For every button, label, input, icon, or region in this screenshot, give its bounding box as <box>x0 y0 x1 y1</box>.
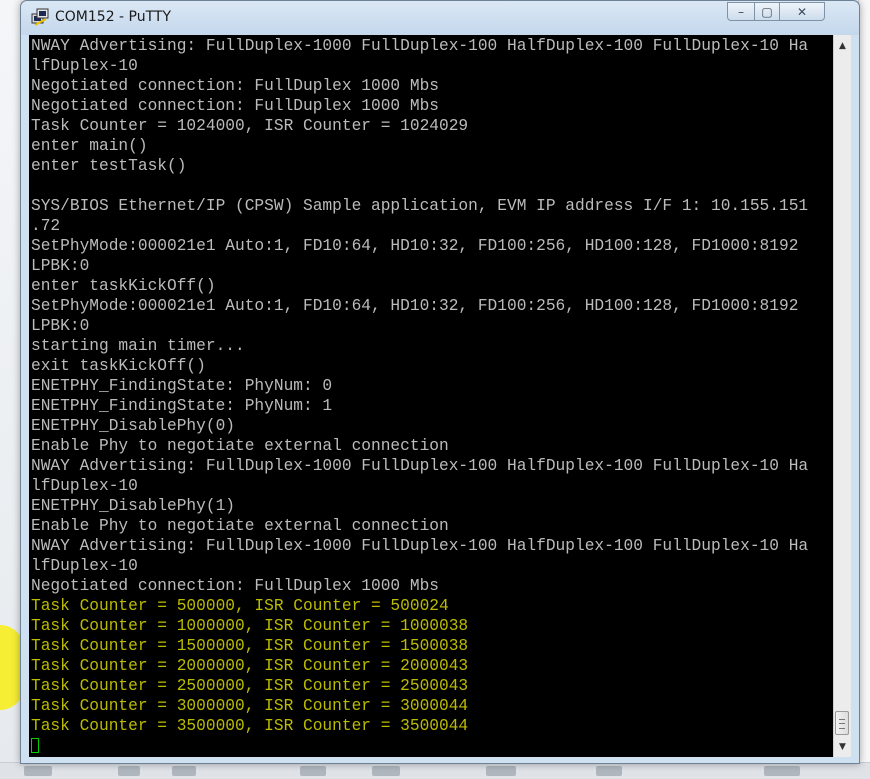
terminal-line: NWAY Advertising: FullDuplex-1000 FullDu… <box>31 537 809 555</box>
vertical-scrollbar[interactable]: ▲ ▼ <box>833 35 851 757</box>
scroll-up-arrow-icon[interactable]: ▲ <box>834 37 851 54</box>
terminal-line: Task Counter = 1024000, ISR Counter = 10… <box>31 117 469 135</box>
terminal-line: Negotiated connection: FullDuplex 1000 M… <box>31 77 439 95</box>
terminal-line: ENETPHY_FindingState: PhyNum: 1 <box>31 397 333 415</box>
minimize-button[interactable]: – <box>727 2 755 21</box>
terminal-line: ENETPHY_FindingState: PhyNum: 0 <box>31 377 333 395</box>
text-cursor <box>31 738 39 754</box>
grip-icon <box>839 719 845 729</box>
terminal-line: NWAY Advertising: FullDuplex-1000 FullDu… <box>31 457 809 475</box>
taskbar-icon[interactable] <box>372 766 400 776</box>
terminal-line: Task Counter = 1000000, ISR Counter = 10… <box>31 617 469 635</box>
terminal-line: Task Counter = 3500000, ISR Counter = 35… <box>31 717 469 735</box>
terminal-line: Enable Phy to negotiate external connect… <box>31 437 449 455</box>
terminal-line: LPBK:0 <box>31 317 90 335</box>
terminal-line: LPBK:0 <box>31 257 90 275</box>
taskbar-icon[interactable] <box>596 766 622 776</box>
maximize-icon: ▢ <box>761 4 773 19</box>
terminal-line: Task Counter = 500000, ISR Counter = 500… <box>31 597 449 615</box>
terminal-line: lfDuplex-10 <box>31 57 138 75</box>
terminal-cursor-line <box>31 736 808 756</box>
terminal-line: Task Counter = 2000000, ISR Counter = 20… <box>31 657 469 675</box>
terminal-line: SetPhyMode:000021e1 Auto:1, FD10:64, HD1… <box>31 297 799 315</box>
terminal-line: enter testTask() <box>31 157 187 175</box>
putty-terminal-icon <box>31 8 49 26</box>
terminal-line: starting main timer... <box>31 337 245 355</box>
close-button[interactable]: ✕ <box>779 2 825 21</box>
maximize-button[interactable]: ▢ <box>754 2 780 21</box>
window-title: COM152 - PuTTY <box>55 9 172 25</box>
terminal-line: exit taskKickOff() <box>31 357 206 375</box>
terminal-line: lfDuplex-10 <box>31 477 138 495</box>
terminal-line: enter taskKickOff() <box>31 277 216 295</box>
close-icon: ✕ <box>796 4 808 19</box>
taskbar-icon[interactable] <box>118 766 140 776</box>
terminal-line: lfDuplex-10 <box>31 557 138 575</box>
putty-window: COM152 - PuTTY – ▢ ✕ NWAY Advertising: F… <box>20 0 860 764</box>
taskbar-icon[interactable] <box>172 766 196 776</box>
terminal-line: Negotiated connection: FullDuplex 1000 M… <box>31 97 439 115</box>
terminal-lines: NWAY Advertising: FullDuplex-1000 FullDu… <box>31 36 808 756</box>
scrollbar-thumb[interactable] <box>835 711 849 735</box>
terminal-line: NWAY Advertising: FullDuplex-1000 FullDu… <box>31 37 809 55</box>
terminal-line: .72 <box>31 217 61 235</box>
title-bar[interactable]: COM152 - PuTTY – ▢ ✕ <box>21 1 859 35</box>
minimize-icon: – <box>738 4 744 19</box>
terminal-line: ENETPHY_DisablePhy(1) <box>31 497 235 515</box>
taskbar-icon[interactable] <box>486 766 516 776</box>
terminal-line: SYS/BIOS Ethernet/IP (CPSW) Sample appli… <box>31 197 809 215</box>
taskbar-icon[interactable] <box>24 766 52 776</box>
terminal-line: Negotiated connection: FullDuplex 1000 M… <box>31 577 439 595</box>
terminal-line: Task Counter = 1500000, ISR Counter = 15… <box>31 637 469 655</box>
taskbar-icon[interactable] <box>300 766 326 776</box>
terminal-line: enter main() <box>31 137 148 155</box>
terminal-line: ENETPHY_DisablePhy(0) <box>31 417 235 435</box>
terminal-line: Enable Phy to negotiate external connect… <box>31 517 449 535</box>
scroll-down-arrow-icon[interactable]: ▼ <box>834 738 851 755</box>
taskbar-icon[interactable] <box>764 766 800 776</box>
terminal-line: SetPhyMode:000021e1 Auto:1, FD10:64, HD1… <box>31 237 799 255</box>
terminal-line: Task Counter = 3000000, ISR Counter = 30… <box>31 697 469 715</box>
terminal-line: Task Counter = 2500000, ISR Counter = 25… <box>31 677 469 695</box>
terminal-output[interactable]: NWAY Advertising: FullDuplex-1000 FullDu… <box>29 35 833 757</box>
